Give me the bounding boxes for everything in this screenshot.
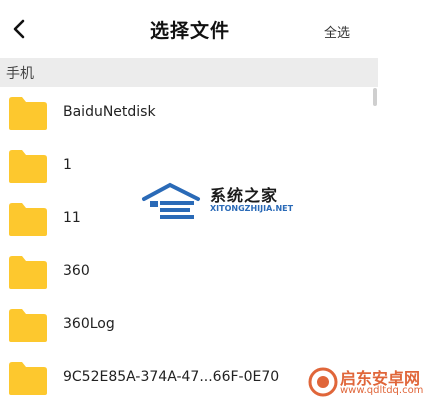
select-all-button[interactable]: 全选 (324, 22, 350, 41)
folder-icon (9, 203, 47, 236)
file-name: 9C52E85A-374A-47...66F-0E70 (63, 369, 280, 385)
file-name: 360 (63, 263, 90, 279)
section-header: 手机 (0, 58, 378, 87)
watermark-name: 系统之家 (210, 186, 279, 205)
section-label: 手机 (6, 66, 34, 82)
scrollbar[interactable] (373, 88, 377, 106)
list-item[interactable]: 360Log (0, 299, 380, 352)
watermark-logo-2: 启东安卓网 www.qdltdq.com (308, 361, 433, 403)
file-name: 360Log (63, 316, 115, 332)
file-list: BaiduNetdisk 1 11 360 360Log 9C52E85A-37… (0, 87, 380, 403)
house-logo-icon (142, 182, 200, 219)
header: 选择文件 全选 (0, 0, 380, 58)
folder-icon (9, 97, 47, 130)
folder-icon (9, 150, 47, 183)
folder-icon (9, 362, 47, 395)
list-item[interactable]: BaiduNetdisk (0, 87, 380, 140)
file-name: 11 (63, 210, 81, 226)
folder-icon (9, 309, 47, 342)
list-item[interactable]: 360 (0, 246, 380, 299)
camera-logo-icon (308, 367, 338, 397)
watermark-logo: 系统之家 XITONGZHIJIA.NET (140, 181, 300, 223)
watermark-url: XITONGZHIJIA.NET (210, 204, 294, 213)
file-name: BaiduNetdisk (63, 104, 156, 120)
file-name: 1 (63, 157, 72, 173)
folder-icon (9, 256, 47, 289)
watermark-2-url: www.qdltdq.com (340, 385, 424, 396)
